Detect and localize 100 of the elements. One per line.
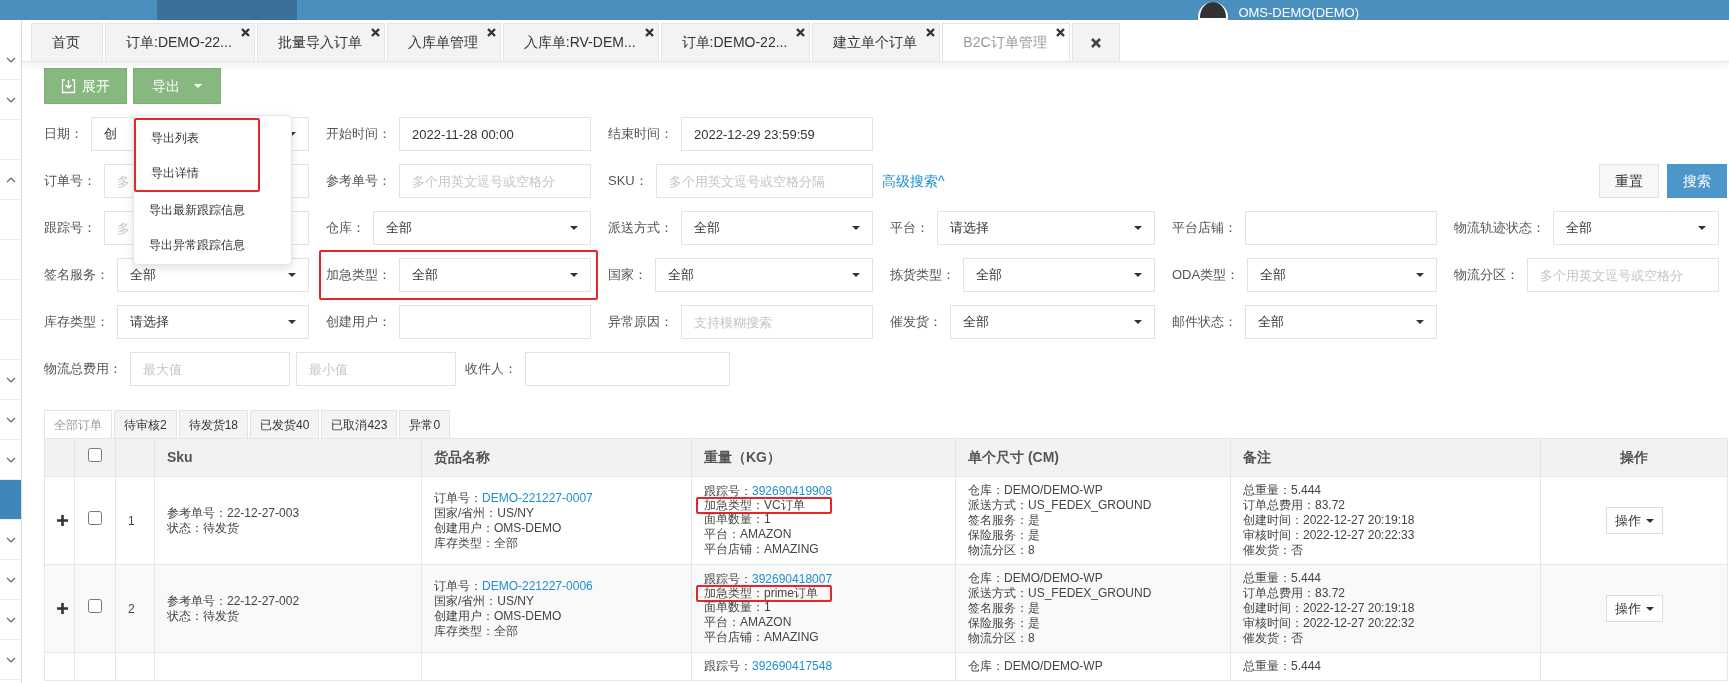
detail-text: 签名服务：是 [968,601,1041,616]
status-tab[interactable]: 待发货18 [178,410,249,438]
input-field[interactable] [399,305,591,339]
page-tab[interactable]: 订单:DEMO-22... [105,23,255,61]
detail-text: 签名服务：是 [968,513,1041,528]
field-label: 异常原因： [608,313,673,332]
close-all-tab[interactable] [1071,23,1120,61]
select-field[interactable]: 全部 [1245,305,1437,339]
select-field[interactable]: 全部 [373,211,591,245]
row-number: 1 [128,513,135,528]
caret-icon [194,84,202,88]
user-name[interactable]: OMS-DEMO(DEMO) [1238,6,1359,20]
page-tab[interactable]: 建立单个订单 [812,23,941,61]
status-tab[interactable]: 已取消423 [321,410,398,438]
field-label: 创建用户： [326,313,391,332]
field-label: 参考单号： [326,172,391,191]
detail-text: 库存类型：全部 [434,535,519,551]
menu-item[interactable]: 导出最新跟踪信息 [134,192,291,227]
menu-item[interactable]: 导出列表 [136,120,258,155]
caret-icon [1134,226,1142,230]
detail-text: 派送方式：US_FEDEX_GROUND [968,586,1153,601]
select-field[interactable]: 请选择 [117,305,309,339]
detail-text: 派送方式：US_FEDEX_GROUND [968,498,1153,513]
select-field[interactable]: 请选择 [937,211,1155,245]
close-icon [1090,37,1101,48]
select-field[interactable]: 全部 [399,258,591,292]
caret-icon [1416,273,1424,277]
select-field[interactable]: 全部 [681,211,873,245]
close-icon [240,28,250,37]
sidebar-item[interactable] [0,480,21,520]
action-button[interactable]: 操作 [1605,594,1663,623]
detail-text: 状态：待发货 [167,520,240,536]
row-number: 2 [128,601,135,616]
field-label: 结束时间： [608,125,673,144]
page-tab[interactable]: 订单:DEMO-22... [660,23,811,61]
detail-text: 平台：AMAZON [704,527,793,542]
detail-text: 订单总费用：83.72 [1243,498,1347,513]
top-nav-item[interactable] [157,0,297,20]
avatar [1198,2,1229,20]
field-label: 物流轨迹状态： [1454,219,1545,238]
row-checkbox[interactable] [88,511,102,525]
advanced-search-link[interactable]: 高级搜索^ [882,170,945,192]
detail-text: 仓库：DEMO/DEMO-WP [968,659,1104,674]
detail-text: 状态：待发货 [167,608,240,624]
detail-text: 仓库：DEMO/DEMO-WP [968,483,1104,498]
action-button[interactable]: 操作 [1605,506,1663,535]
download-icon [61,78,76,94]
input-field[interactable]: 支持模糊搜索 [681,305,873,339]
detail-link[interactable]: 392690417548 [752,659,833,673]
field-label: 物流总费用： [44,360,122,379]
status-tab[interactable]: 待审核2 [114,410,177,438]
detail-link[interactable]: DEMO-221227-0007 [482,490,593,505]
field-label: 日期： [44,125,83,144]
status-tab[interactable]: 异常0 [399,410,451,438]
detail-link[interactable]: 392690419908 [752,484,833,498]
field-label: 加急类型： [326,266,391,285]
page-tab[interactable]: 入库单:RV-DEM... [502,23,659,61]
detail-text: 参考单号：22-12-27-002 [167,593,301,609]
input-field[interactable]: 2022-12-29 23:59:59 [681,117,873,151]
select-field[interactable]: 全部 [1247,258,1437,292]
menu-item[interactable]: 导出详情 [136,155,258,190]
page-tab[interactable]: 首页 [31,23,103,61]
field-label: SKU： [608,172,648,191]
detail-text: 面单数量：1 [704,512,772,527]
page-tab[interactable]: 批量导入订单 [256,23,385,61]
input-field[interactable] [525,352,730,386]
detail-text: 订单总费用：83.72 [1243,586,1347,601]
detail-label: 订单号： [434,490,482,505]
select-field[interactable]: 全部 [655,258,873,292]
detail-link[interactable]: 392690418007 [752,572,833,586]
status-tab[interactable]: 已发货40 [250,410,320,438]
detail-text: 催发货：否 [1243,631,1304,646]
detail-label: 订单号： [434,578,482,593]
field-label: 拣货类型： [890,266,955,285]
detail-text: 总重量：5.444 [1243,483,1323,498]
select-field[interactable]: 全部 [963,258,1155,292]
caret-icon [1134,320,1142,324]
detail-text: 物流分区：8 [968,543,1036,558]
detail-text: 平台店铺：AMAZING [704,630,820,645]
detail-text: 加急类型：VC订单 [696,497,832,514]
field-label: 收件人： [465,360,517,379]
select-field[interactable]: 全部 [1553,211,1719,245]
page-tab[interactable]: 入库单管理 [386,23,501,61]
select-field[interactable]: 全部 [950,305,1155,339]
column-header: 单个尺寸 (CM) [955,438,1231,477]
detail-text: 审核时间：2022-12-27 20:22:33 [1243,528,1416,543]
detail-text: 创建用户：OMS-DEMO [434,608,563,624]
column-header: Sku [154,438,422,477]
detail-text: 平台店铺：AMAZING [704,542,820,557]
select-all-checkbox[interactable] [88,448,102,462]
detail-text: 总重量：5.444 [1243,659,1323,674]
detail-text: 国家/省州：US/NY [434,505,535,521]
chevron-down-icon [5,56,16,63]
field-label: 库存类型： [44,313,109,332]
detail-text: 创建时间：2022-12-27 20:19:18 [1243,601,1416,616]
reset-button[interactable]: 重置 [1599,164,1659,198]
input-field[interactable] [1245,211,1437,245]
field-label: 跟踪号： [44,219,96,238]
input-field[interactable]: 2022-11-28 00:00 [399,117,591,151]
row-checkbox[interactable] [88,599,102,613]
